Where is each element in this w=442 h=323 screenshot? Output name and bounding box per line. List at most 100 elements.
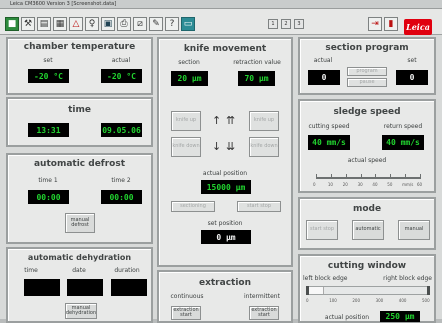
cutting-window-panel: cutting window left block edge right blo… (298, 254, 436, 323)
pause-button[interactable]: pause (347, 78, 387, 87)
right-edge-handle[interactable] (427, 286, 430, 295)
warning-triangle-icon[interactable]: △ (69, 17, 83, 31)
speed-scale-tick (390, 174, 392, 179)
speed-scale-tick (360, 174, 362, 179)
cutting-window-bar[interactable] (306, 286, 430, 295)
chamber-set-label: set (43, 57, 53, 64)
tools-icon[interactable]: ✎ (149, 17, 163, 31)
chamber-set-display[interactable]: -20 °C (28, 69, 69, 83)
speed-scale-tick (330, 174, 332, 179)
program-actual-label: actual (313, 57, 333, 64)
dehydration-date-display[interactable] (67, 279, 103, 296)
manual-defrost-button[interactable]: manual defrost (65, 213, 95, 233)
defrost-title: automatic defrost (33, 159, 125, 169)
table-icon[interactable]: ▦ (53, 17, 67, 31)
double-arrow-up-icon: ⇈ (226, 114, 236, 127)
extraction-title: extraction (198, 278, 252, 288)
speed-scale-tick-label: mm/s (402, 182, 414, 187)
cutting-window-actual-display: 250 µm (380, 311, 420, 322)
arrow-down-icon: ↓ (212, 140, 222, 153)
cutting-speed-display[interactable]: 40 mm/s (308, 135, 350, 150)
dehydration-time-label: time (24, 267, 38, 274)
speed-scale-tick-label: 50 (387, 182, 393, 187)
defrost-time1-label: time 1 (38, 177, 58, 184)
actual-position-display: 15000 µm (201, 180, 251, 194)
window-title: Leica CM3600 Version 3 [Screenshot.data] (10, 1, 117, 7)
book-icon[interactable]: ▮ (384, 17, 398, 31)
retraction-value-display[interactable]: 70 µm (238, 71, 275, 86)
automatic-defrost-panel: automatic defrost time 1 time 2 00:00 00… (6, 153, 153, 244)
application-window: Leica CM3600 Version 3 [Screenshot.data]… (0, 0, 442, 323)
knife-down-fine-button[interactable]: knife down (249, 137, 279, 157)
printer-icon[interactable]: ⎙ (117, 17, 131, 31)
speed-scale-tick-label: 10 (327, 182, 333, 187)
actual-position-label: actual position (202, 170, 248, 177)
dehydration-time-display[interactable] (24, 279, 60, 296)
section-label: section (178, 59, 200, 66)
defrost-time2-display[interactable]: 00:00 (101, 190, 142, 204)
knife-start-stop-button[interactable]: start stop (237, 201, 281, 212)
speed-scale-tick-label: 40 (372, 182, 378, 187)
section-thickness-display[interactable]: 20 µm (171, 71, 208, 86)
arrow-up-icon: ↑ (212, 114, 222, 127)
set-position-display[interactable]: 0 µm (201, 230, 251, 244)
help-icon[interactable]: ? (165, 17, 179, 31)
hammer-icon[interactable]: ⚒ (21, 17, 35, 31)
knife-up-coarse-button[interactable]: knife up (171, 111, 201, 131)
sledge-speed-title: sledge speed (333, 107, 401, 117)
mini-button-3[interactable]: 3 (294, 19, 304, 29)
cutting-window-tick-label: 200 (352, 298, 361, 303)
mode-start-stop-button[interactable]: start stop (306, 220, 338, 240)
left-block-edge-label: left block edge (303, 275, 348, 282)
cutting-window-left-fill (307, 287, 325, 294)
manual-dehydration-button[interactable]: manual dehydration (65, 303, 97, 319)
extraction-panel: extraction continuous intermittent extra… (157, 270, 293, 323)
extraction-continuous-button[interactable]: extraction start (171, 306, 201, 320)
double-arrow-down-icon: ⇊ (226, 140, 236, 153)
cutting-window-tick-label: 400 (398, 298, 407, 303)
document-icon[interactable]: ▤ (37, 17, 51, 31)
intermittent-label: intermittent (244, 293, 280, 300)
exit-door-icon[interactable]: ⇥ (368, 17, 382, 31)
leica-logo: Leica (404, 19, 432, 35)
dehydration-duration-display[interactable] (111, 279, 147, 296)
extraction-intermittent-button[interactable]: extraction start (249, 306, 279, 320)
clock-display[interactable]: 13:31 (28, 123, 69, 137)
speed-scale-tick (345, 174, 347, 179)
right-block-edge-label: right block edge (383, 275, 432, 282)
program-set-display[interactable]: 0 (396, 70, 428, 85)
defrost-time1-display[interactable]: 00:00 (28, 190, 69, 204)
bulb-icon[interactable]: ♀ (85, 17, 99, 31)
continuous-label: continuous (170, 293, 204, 300)
save-icon[interactable]: ▣ (101, 17, 115, 31)
speed-scale-tick-label: 30 (357, 182, 363, 187)
return-speed-label: return speed (383, 123, 423, 130)
mini-button-1[interactable]: 1 (268, 19, 278, 29)
chamber-actual-display: -20 °C (101, 69, 142, 83)
mode-panel: mode start stop automatic manual (298, 197, 436, 250)
knife-down-coarse-button[interactable]: knife down (171, 137, 201, 157)
speed-scale-tick (405, 174, 407, 179)
program-button[interactable]: program (347, 67, 387, 76)
sectioning-button[interactable]: sectioning (171, 201, 215, 212)
window-titlebar: Leica CM3600 Version 3 [Screenshot.data] (0, 0, 442, 9)
cutting-window-tick-label: 0 (306, 298, 309, 303)
cutting-window-title: cutting window (327, 261, 407, 271)
dehydration-duration-label: duration (114, 267, 140, 274)
automatic-mode-button[interactable]: automatic (352, 220, 384, 240)
mini-button-2[interactable]: 2 (281, 19, 291, 29)
actual-speed-label: actual speed (347, 157, 387, 164)
knife-movement-title: knife movement (183, 44, 267, 54)
manual-mode-button[interactable]: manual (398, 220, 430, 240)
cutting-window-tick-label: 100 (329, 298, 337, 303)
program-set-label: set (407, 57, 417, 64)
sledge-icon[interactable]: ⧄ (133, 17, 147, 31)
knife-up-fine-button[interactable]: knife up (249, 111, 279, 131)
green-square-icon[interactable]: ■ (5, 17, 19, 31)
mode-title: mode (352, 204, 382, 214)
date-display[interactable]: 09.05.06 (101, 123, 142, 137)
chamber-temperature-title: chamber temperature (23, 42, 136, 52)
left-edge-handle[interactable] (306, 286, 309, 295)
return-speed-display[interactable]: 40 mm/s (382, 135, 424, 150)
teal-monitor-icon[interactable]: ▭ (181, 17, 195, 31)
